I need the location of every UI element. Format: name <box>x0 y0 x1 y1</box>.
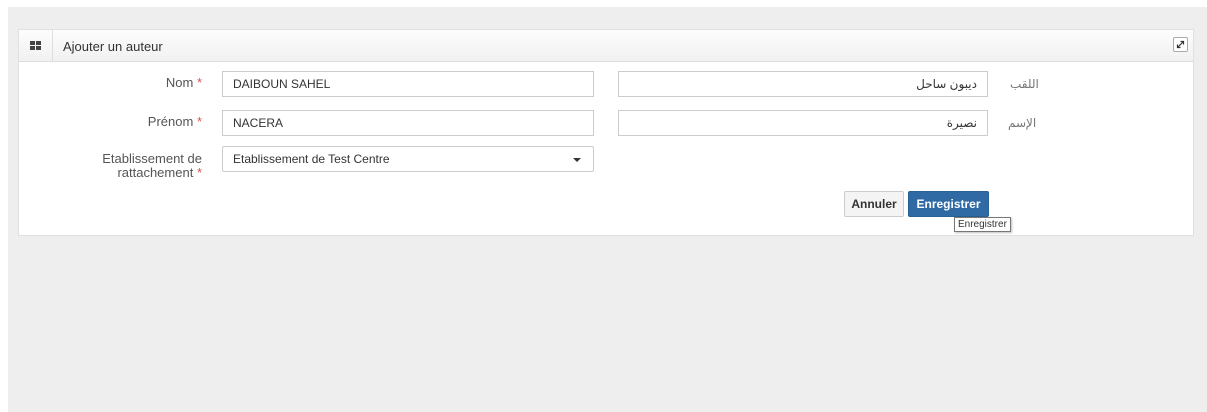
nom-arabic-input[interactable] <box>618 71 988 97</box>
widget-header: Ajouter un auteur <box>19 30 1193 62</box>
widget-header-icon-box <box>19 30 53 61</box>
widget-title: Ajouter un auteur <box>63 39 163 54</box>
expand-button[interactable] <box>1173 37 1188 52</box>
nom-label: Nom * <box>165 75 202 90</box>
required-marker: * <box>196 165 202 180</box>
expand-icon <box>1176 40 1185 49</box>
prenom-arabic-input[interactable] <box>618 110 988 136</box>
etablissement-select[interactable]: Etablissement de Test Centre <box>222 146 594 172</box>
required-marker: * <box>196 114 202 129</box>
nom-input[interactable] <box>222 71 594 97</box>
cancel-button[interactable]: Annuler <box>844 191 904 217</box>
prenom-label: Prénom * <box>147 114 202 129</box>
prenom-arabic-label: الإسم <box>1008 116 1037 130</box>
required-marker: * <box>196 75 202 90</box>
save-tooltip: Enregistrer <box>954 217 1011 232</box>
save-button[interactable]: Enregistrer <box>908 191 989 217</box>
chevron-down-icon <box>573 158 581 162</box>
add-author-widget: Ajouter un auteur <box>18 29 1194 236</box>
grid-icon <box>30 41 41 50</box>
prenom-input[interactable] <box>222 110 594 136</box>
nom-arabic-label: اللقب <box>1010 77 1039 91</box>
etablissement-selected-value: Etablissement de Test Centre <box>233 152 390 166</box>
etablissement-label: Etablissement de rattachement * <box>102 151 202 180</box>
